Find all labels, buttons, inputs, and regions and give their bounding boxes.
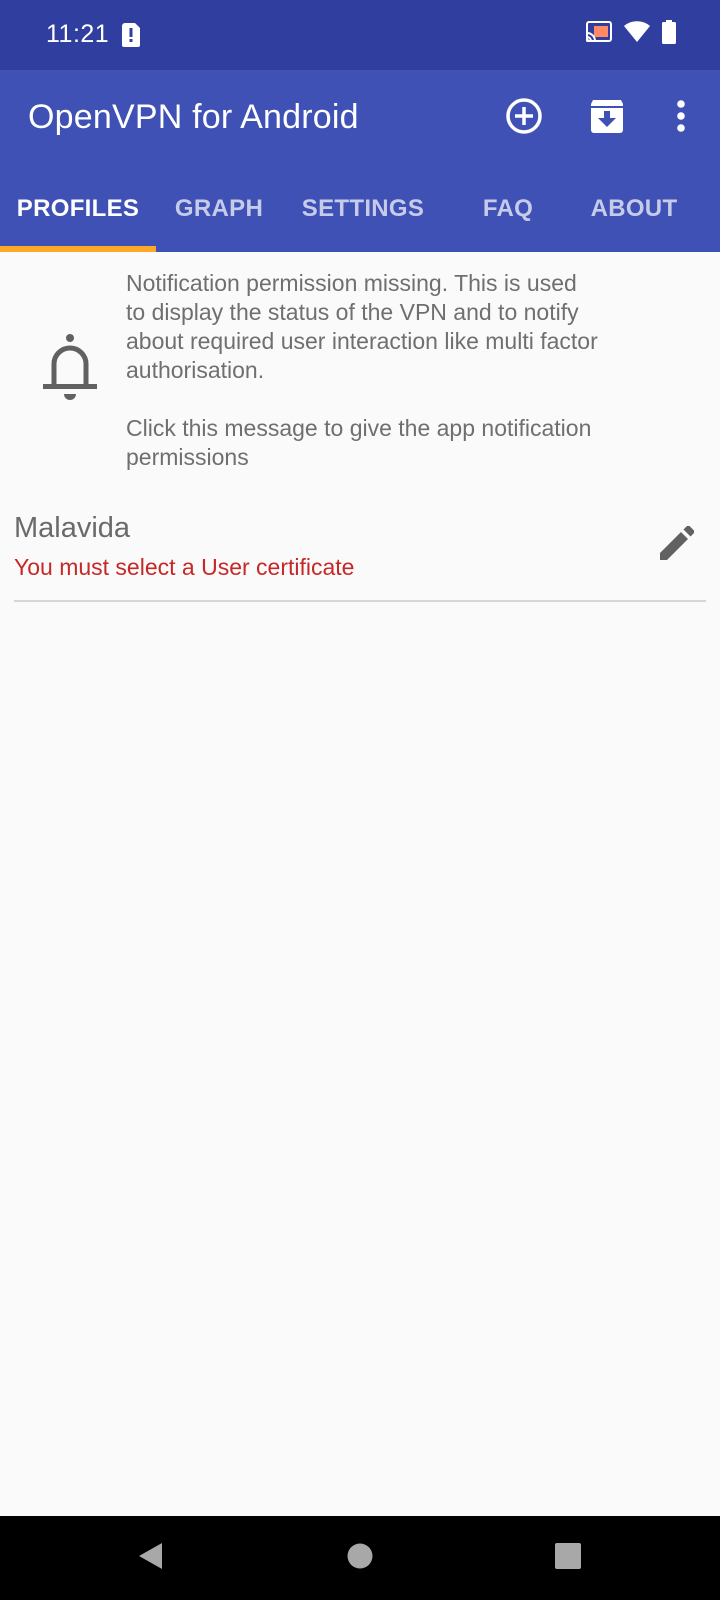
- edit-pencil-icon: [660, 525, 695, 565]
- bell-icon: [40, 332, 100, 409]
- profile-name: Malavida: [14, 512, 131, 544]
- profile-warning: You must select a User certificate: [14, 554, 355, 580]
- notification-permission-message[interactable]: Notification permission missing. This is…: [0, 252, 720, 478]
- tab-bar: PROFILES GRAPH SETTINGS FAQ ABOUT: [0, 166, 720, 252]
- wifi-icon: [624, 21, 650, 48]
- tab-faq[interactable]: FAQ: [444, 166, 572, 252]
- back-button[interactable]: [130, 1538, 170, 1578]
- battery-icon: [662, 20, 676, 49]
- sim-alert-icon: [122, 23, 140, 52]
- profile-row[interactable]: Malavida You must select a User certific…: [14, 500, 706, 602]
- import-archive-icon: [589, 98, 625, 139]
- status-bar: 11:21: [0, 0, 720, 70]
- app-bar: OpenVPN for Android: [0, 70, 720, 166]
- more-vert-icon: [676, 99, 686, 137]
- back-icon: [136, 1541, 164, 1576]
- home-icon: [346, 1542, 374, 1575]
- tab-about[interactable]: ABOUT: [572, 166, 696, 252]
- add-circle-icon: [505, 97, 543, 140]
- app-title: OpenVPN for Android: [28, 98, 359, 136]
- add-profile-button[interactable]: [500, 94, 548, 142]
- tab-settings[interactable]: SETTINGS: [282, 166, 444, 252]
- recents-icon: [554, 1542, 582, 1575]
- tab-profiles[interactable]: PROFILES: [0, 166, 156, 252]
- cast-icon: [586, 21, 612, 48]
- notification-permission-text: Notification permission missing. This is…: [126, 270, 598, 470]
- more-options-button[interactable]: [657, 94, 705, 142]
- tab-graph[interactable]: GRAPH: [156, 166, 282, 252]
- recents-button[interactable]: [548, 1538, 588, 1578]
- status-time: 11:21: [46, 20, 110, 48]
- system-nav-bar: [0, 1516, 720, 1600]
- import-profile-button[interactable]: [583, 94, 631, 142]
- home-button[interactable]: [340, 1538, 380, 1578]
- status-icons: [586, 20, 676, 49]
- edit-profile-button[interactable]: [652, 520, 702, 570]
